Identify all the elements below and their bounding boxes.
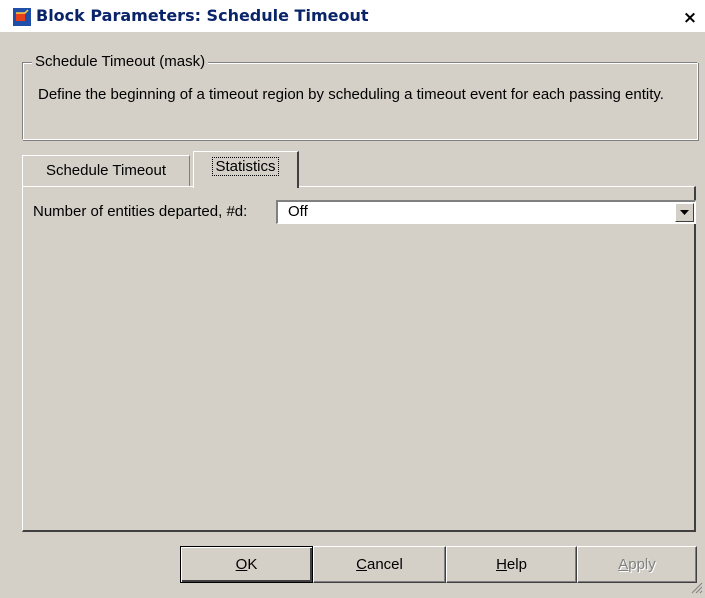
select-value: Off [288,203,308,220]
mask-description: Define the beginning of a timeout region… [38,86,664,103]
tab-panel [22,186,696,532]
entities-departed-label: Number of entities departed, #d: [33,203,248,220]
entities-departed-select[interactable]: Off [276,200,696,224]
help-label: elp [506,556,527,573]
tab-schedule-timeout[interactable]: Schedule Timeout [22,155,190,187]
simulink-block-icon[interactable] [13,8,31,26]
chevron-down-icon[interactable] [675,203,694,222]
apply-mnemonic: A [618,556,629,573]
cancel-label: ancel [366,556,403,573]
help-mnemonic: H [496,556,507,573]
window-title: Block Parameters: Schedule Timeout [36,6,369,25]
ok-button[interactable]: OK [180,546,313,583]
title-bar[interactable]: Block Parameters: Schedule Timeout × [0,0,705,32]
ok-label: K [247,556,258,573]
close-icon[interactable]: × [680,8,700,28]
ok-mnemonic: O [235,556,248,573]
tab-label: Schedule Timeout [45,162,167,179]
apply-label: pply [628,556,656,573]
cancel-button[interactable]: Cancel [313,546,446,583]
tab-statistics[interactable]: Statistics [193,151,299,188]
apply-button[interactable]: Apply [577,546,697,583]
tab-label: Statistics [212,157,279,176]
group-legend: Schedule Timeout (mask) [32,53,209,70]
cancel-mnemonic: C [356,556,367,573]
help-button[interactable]: Help [446,546,577,583]
resize-grip-icon[interactable] [691,581,703,594]
